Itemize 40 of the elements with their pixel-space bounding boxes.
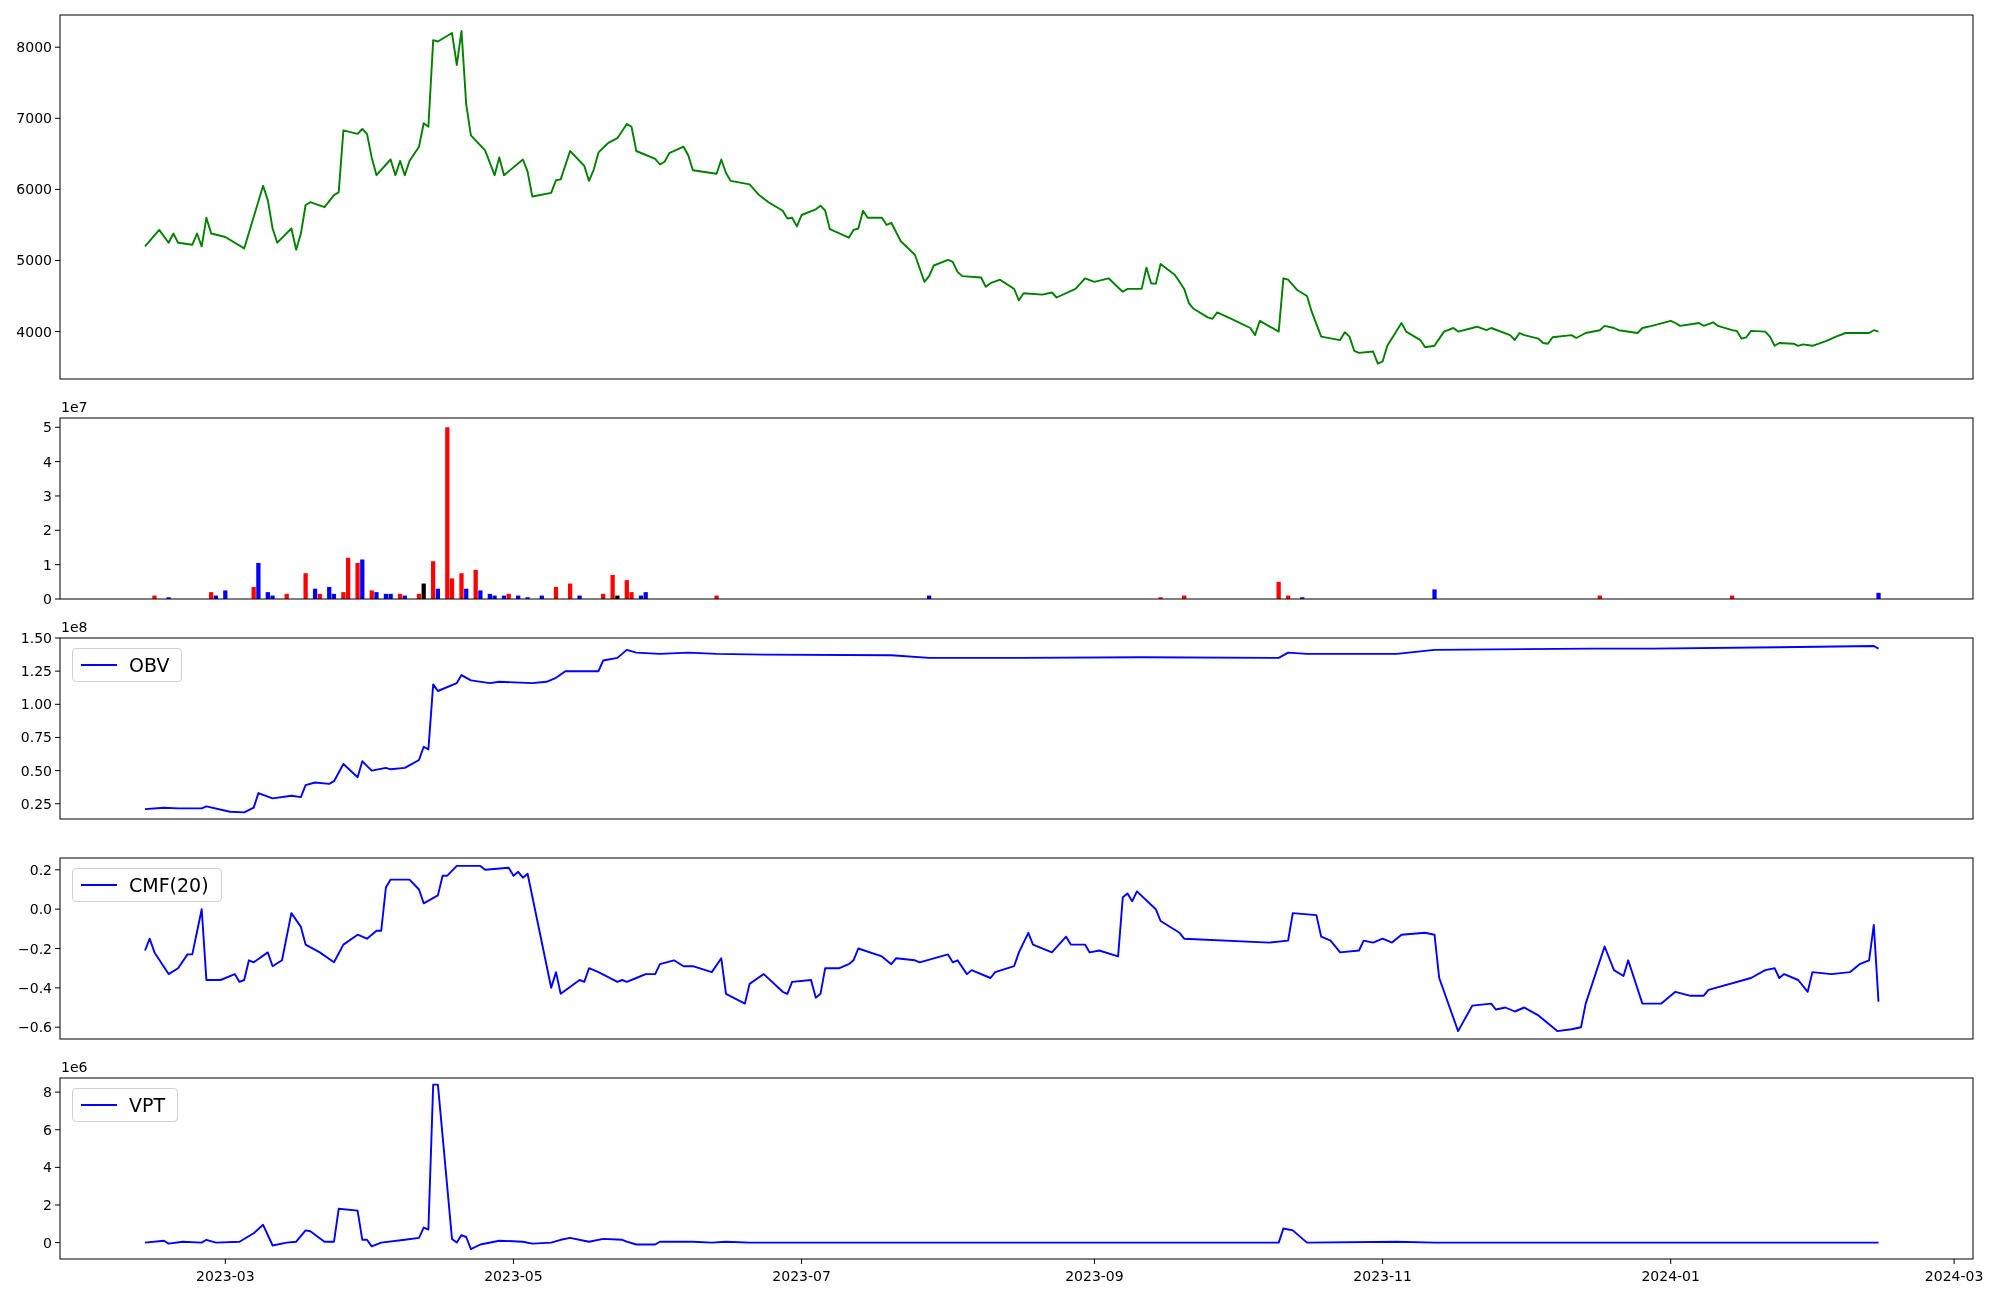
tick-label: 1.50 — [20, 630, 52, 646]
tick-label: 2023-07 — [772, 1268, 831, 1284]
legend-label: OBV — [129, 654, 170, 676]
tick-label: 0.75 — [20, 729, 52, 746]
tick-label: 0.0 — [29, 901, 52, 918]
tick-label: 0 — [43, 591, 52, 607]
tick-label: 3 — [43, 487, 52, 504]
tick-label: 2023-09 — [1065, 1268, 1124, 1284]
tick-label: 1.00 — [20, 696, 52, 713]
axis-offset-label: 1e6 — [61, 1059, 88, 1075]
tick-label: 0.50 — [20, 762, 52, 779]
tick-label: 6 — [43, 1121, 52, 1138]
tick-label: 1.25 — [20, 663, 52, 680]
tick-label: 8 — [43, 1084, 52, 1101]
tick-label: −0.4 — [18, 979, 52, 996]
tick-label: 7000 — [16, 110, 52, 127]
tick-label: 2 — [43, 1197, 52, 1213]
tick-label: −0.2 — [18, 940, 52, 957]
tick-label: 2023-05 — [484, 1268, 543, 1284]
tick-label: 2024-03 — [1924, 1268, 1984, 1284]
tick-label: 0.2 — [29, 861, 52, 878]
tick-label: 2023-11 — [1353, 1268, 1412, 1284]
tick-label: 8000 — [16, 39, 52, 56]
tick-label: 4000 — [16, 323, 52, 340]
tick-label: 5000 — [16, 252, 52, 269]
legend-label: CMF(20) — [129, 874, 209, 896]
tick-label: 2 — [43, 522, 52, 539]
tick-label: 1 — [43, 556, 52, 573]
tick-label: 0 — [43, 1234, 52, 1251]
tick-label: 4 — [43, 453, 52, 470]
tick-label: 4 — [43, 1159, 52, 1176]
legend-label: VPT — [129, 1094, 166, 1116]
tick-label: 2024-01 — [1641, 1268, 1700, 1284]
tick-label: 5 — [43, 419, 52, 436]
tick-label: 2023-03 — [196, 1268, 255, 1284]
tick-label: −0.6 — [18, 1019, 52, 1036]
tick-label: 6000 — [16, 181, 52, 198]
axis-offset-label: 1e8 — [61, 619, 88, 635]
tick-label: 0.25 — [20, 795, 52, 812]
axis-offset-label: 1e7 — [61, 399, 88, 415]
